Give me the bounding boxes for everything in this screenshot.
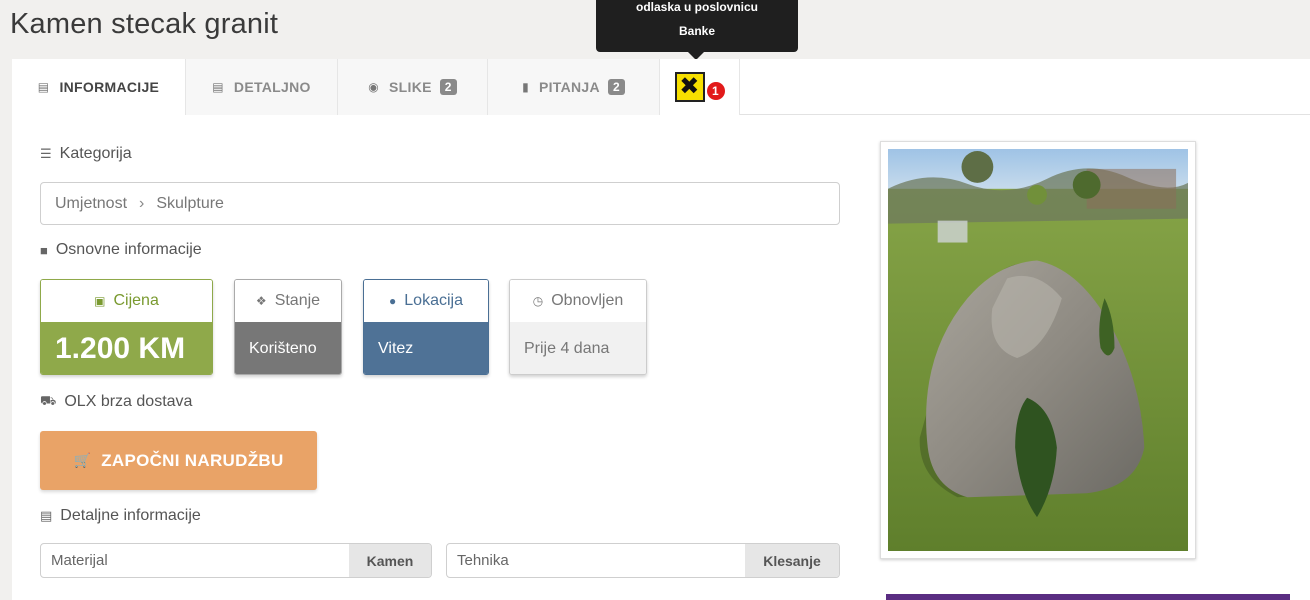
detailed-info-heading: ▤ Detaljne informacije [40,507,201,525]
condition-card: ❖ Stanje Korišteno [234,279,342,375]
id-card-icon: ▤ [40,508,53,523]
technique-field: Tehnika Klesanje [446,543,840,578]
category-heading: ☰ Kategorija [40,145,132,163]
bank-notification-badge: 1 [706,82,725,100]
updated-label: Obnovljen [551,292,624,309]
tooltip-line-2: Banke [678,24,716,38]
tab-label: DETALJNO [233,79,311,95]
material-field: Materijal Kamen [40,543,432,578]
coins-icon: ▣ [94,294,106,308]
clock-icon: ◷ [532,294,544,308]
bank-tooltip: odlaska u poslovnicu Banke [596,0,798,60]
chat-icon: ▮ [522,80,529,94]
bank-logo-icon: ✖ [674,72,705,102]
cart-icon: 🛒 [73,452,92,468]
updated-card: ◷ Obnovljen Prije 4 dana [509,279,647,375]
tab-bank[interactable]: ✖ 1 [660,59,740,115]
delivery-heading: ⛟ OLX brza dostava [40,393,192,411]
breadcrumb-separator: › [139,194,145,212]
tab-label: INFORMACIJE [59,79,160,95]
tab-detaljno[interactable]: ▤ DETALJNO [186,59,338,115]
delivery-label: OLX brza dostava [64,393,193,410]
price-value: 1.200 KM [41,322,212,374]
page-title: Kamen stecak granit [10,8,279,40]
tab-label: SLIKE [389,79,432,95]
questions-count-badge: 2 [607,79,625,95]
category-breadcrumb: Umjetnost › Skulpture [40,182,840,225]
tag-icon: ❖ [255,294,267,308]
images-count-badge: 2 [439,79,457,95]
start-order-label: ZAPOČNI NARUDŽBU [101,450,284,470]
field-value: Kamen [349,544,431,577]
condition-value: Korišteno [235,322,341,374]
breadcrumb-item[interactable]: Skulpture [156,195,224,213]
updated-value: Prije 4 dana [510,322,646,374]
price-label: Cijena [113,292,159,309]
stone-photo [888,149,1188,551]
document-icon: ▤ [212,80,224,94]
tab-pitanja[interactable]: ▮ PITANJA 2 [488,59,660,115]
category-label: Kategorija [59,145,132,162]
field-key: Materijal [51,552,108,569]
breadcrumb-item[interactable]: Umjetnost [55,195,127,213]
purple-accent-bar [886,594,1290,600]
list-icon: ☰ [40,146,52,161]
field-value: Klesanje [745,544,839,577]
tab-slike[interactable]: ◉ SLIKE 2 [338,59,488,115]
price-card: ▣ Cijena 1.200 KM [40,279,213,375]
id-card-icon: ▤ [37,80,50,94]
detailed-info-label: Detaljne informacije [60,507,201,524]
map-pin-icon: ● [389,294,397,308]
start-order-button[interactable]: 🛒 ZAPOČNI NARUDŽBU [40,431,317,490]
location-label: Lokacija [404,292,463,309]
camera-icon: ◉ [368,80,380,94]
condition-label: Stanje [274,292,321,309]
basic-info-heading: ■ Osnovne informacije [40,241,202,259]
field-key: Tehnika [457,552,509,569]
tooltip-line-1: odlaska u poslovnicu [635,0,759,14]
listing-panel: ☰ Kategorija Umjetnost › Skulpture ■ Osn… [12,115,1310,600]
basic-info-label: Osnovne informacije [55,241,202,258]
document-icon: ■ [40,242,48,258]
main-photo[interactable] [880,141,1196,559]
tab-informacije[interactable]: ▤ INFORMACIJE [12,59,186,116]
tab-label: PITANJA [538,79,600,95]
tab-bar: ▤ INFORMACIJE ▤ DETALJNO ◉ SLIKE 2 ▮ PIT… [12,59,1310,116]
truck-icon: ⛟ [40,393,57,408]
location-value: Vitez [364,322,488,374]
location-card: ● Lokacija Vitez [363,279,489,375]
